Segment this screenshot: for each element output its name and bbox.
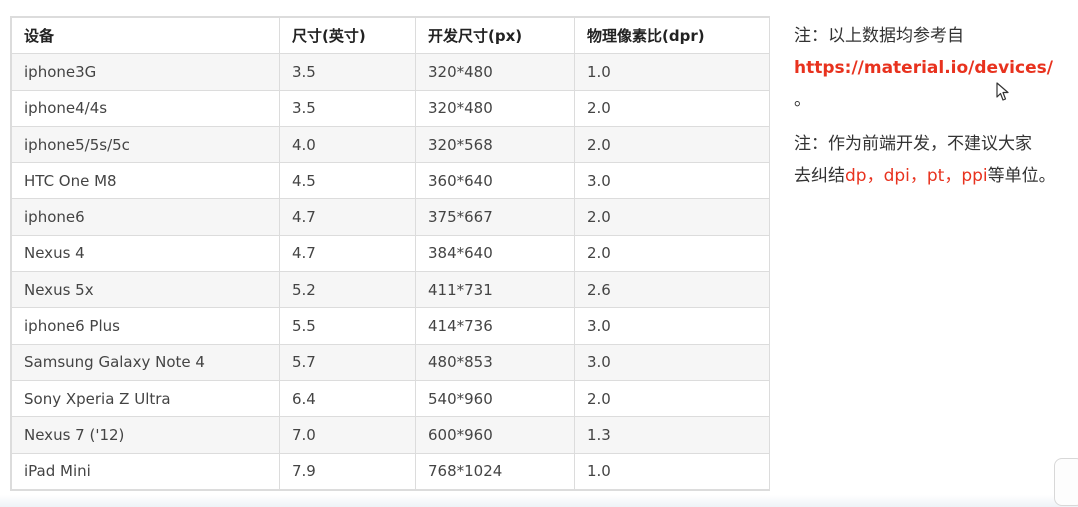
cell-dev-size-px: 411*731 <box>415 271 575 309</box>
note-units: 注：作为前端开发，不建议大家 去纠结dp，dpi，pt，ppi等单位。 <box>794 128 1074 192</box>
cell-size-inch: 5.2 <box>279 271 416 309</box>
device-table-container: 设备 尺寸(英寸) 开发尺寸(px) 物理像素比(dpr) iphone3G 3.… <box>10 16 770 491</box>
cell-dev-size-px: 320*568 <box>415 125 575 164</box>
header-dpr: 物理像素比(dpr) <box>574 16 770 55</box>
table-row: iphone4/4s 3.5 320*480 2.0 <box>11 89 770 127</box>
cell-size-inch: 4.0 <box>279 125 416 164</box>
cell-device: Nexus 5x <box>11 271 280 309</box>
note-source-text: 注：以上数据均参考自 <box>794 26 964 46</box>
cell-dev-size-px: 320*480 <box>415 53 575 91</box>
cell-size-inch: 4.7 <box>279 198 416 236</box>
cell-dpr: 2.0 <box>574 379 770 418</box>
cell-dpr: 1.0 <box>574 452 770 490</box>
table-row: iphone6 Plus 5.5 414*736 3.0 <box>11 307 770 345</box>
cell-size-inch: 6.4 <box>279 379 416 418</box>
table-row: iphone6 4.7 375*667 2.0 <box>11 198 770 236</box>
note-units-post: 等单位。 <box>987 166 1056 186</box>
table-row: Sony Xperia Z Ultra 6.4 540*960 2.0 <box>11 379 770 418</box>
cell-dpr: 2.6 <box>574 271 770 309</box>
cell-dev-size-px: 375*667 <box>415 198 575 236</box>
cell-device: Nexus 4 <box>11 234 280 273</box>
cell-dpr: 2.0 <box>574 89 770 127</box>
table-row: iphone3G 3.5 320*480 1.0 <box>11 53 770 91</box>
cell-dev-size-px: 540*960 <box>415 379 575 418</box>
cell-device: Nexus 7 ('12) <box>11 416 280 454</box>
cell-device: iphone4/4s <box>11 89 280 127</box>
bottom-edge-shadow <box>0 495 1078 507</box>
material-devices-link[interactable]: https://material.io/devices/ <box>794 58 1053 78</box>
cell-size-inch: 7.9 <box>279 452 416 490</box>
cell-dpr: 2.0 <box>574 125 770 164</box>
table-header-row: 设备 尺寸(英寸) 开发尺寸(px) 物理像素比(dpr) <box>11 16 770 55</box>
cell-dpr: 2.0 <box>574 198 770 236</box>
cell-device: iphone6 Plus <box>11 307 280 345</box>
cell-dev-size-px: 320*480 <box>415 89 575 127</box>
mouse-pointer-icon <box>996 82 1009 101</box>
note-units-list: dp，dpi，pt，ppi <box>845 166 988 186</box>
cell-dev-size-px: 600*960 <box>415 416 575 454</box>
cell-size-inch: 4.7 <box>279 234 416 273</box>
table-row: iPad Mini 7.9 768*1024 1.0 <box>11 452 770 490</box>
cell-size-inch: 5.7 <box>279 343 416 381</box>
table-row: iphone5/5s/5c 4.0 320*568 2.0 <box>11 125 770 164</box>
table-row: Nexus 4 4.7 384*640 2.0 <box>11 234 770 273</box>
cell-dev-size-px: 360*640 <box>415 162 575 200</box>
cell-device: HTC One M8 <box>11 162 280 200</box>
cell-size-inch: 5.5 <box>279 307 416 345</box>
cell-device: iPad Mini <box>11 452 280 490</box>
side-scroll-tab[interactable] <box>1054 458 1078 506</box>
notes-panel: 注：以上数据均参考自 https://material.io/devices/ … <box>794 20 1074 192</box>
table-row: Nexus 7 ('12) 7.0 600*960 1.3 <box>11 416 770 454</box>
cell-dpr: 1.3 <box>574 416 770 454</box>
cell-dpr: 2.0 <box>574 234 770 273</box>
cell-device: Samsung Galaxy Note 4 <box>11 343 280 381</box>
header-dev-size-px: 开发尺寸(px) <box>415 16 575 55</box>
header-size-inch: 尺寸(英寸) <box>279 16 416 55</box>
cell-dev-size-px: 480*853 <box>415 343 575 381</box>
cell-device: iphone6 <box>11 198 280 236</box>
cell-dpr: 3.0 <box>574 343 770 381</box>
cell-dev-size-px: 768*1024 <box>415 452 575 490</box>
cell-dev-size-px: 384*640 <box>415 234 575 273</box>
note-units-line1: 注：作为前端开发，不建议大家 <box>794 134 1032 154</box>
device-table: 设备 尺寸(英寸) 开发尺寸(px) 物理像素比(dpr) iphone3G 3.… <box>11 16 770 490</box>
cell-size-inch: 3.5 <box>279 53 416 91</box>
header-device: 设备 <box>11 16 280 55</box>
table-row: HTC One M8 4.5 360*640 3.0 <box>11 162 770 200</box>
table-row: Samsung Galaxy Note 4 5.7 480*853 3.0 <box>11 343 770 381</box>
cell-size-inch: 7.0 <box>279 416 416 454</box>
cell-device: iphone3G <box>11 53 280 91</box>
cell-size-inch: 3.5 <box>279 89 416 127</box>
cell-device: iphone5/5s/5c <box>11 125 280 164</box>
cell-dpr: 1.0 <box>574 53 770 91</box>
note-units-pre: 去纠结 <box>794 166 845 186</box>
cell-dpr: 3.0 <box>574 307 770 345</box>
cell-device: Sony Xperia Z Ultra <box>11 379 280 418</box>
table-row: Nexus 5x 5.2 411*731 2.6 <box>11 271 770 309</box>
cell-dpr: 3.0 <box>574 162 770 200</box>
note-source: 注：以上数据均参考自 https://material.io/devices/ … <box>794 20 1074 116</box>
note-source-suffix: 。 <box>794 90 811 110</box>
cell-size-inch: 4.5 <box>279 162 416 200</box>
cell-dev-size-px: 414*736 <box>415 307 575 345</box>
